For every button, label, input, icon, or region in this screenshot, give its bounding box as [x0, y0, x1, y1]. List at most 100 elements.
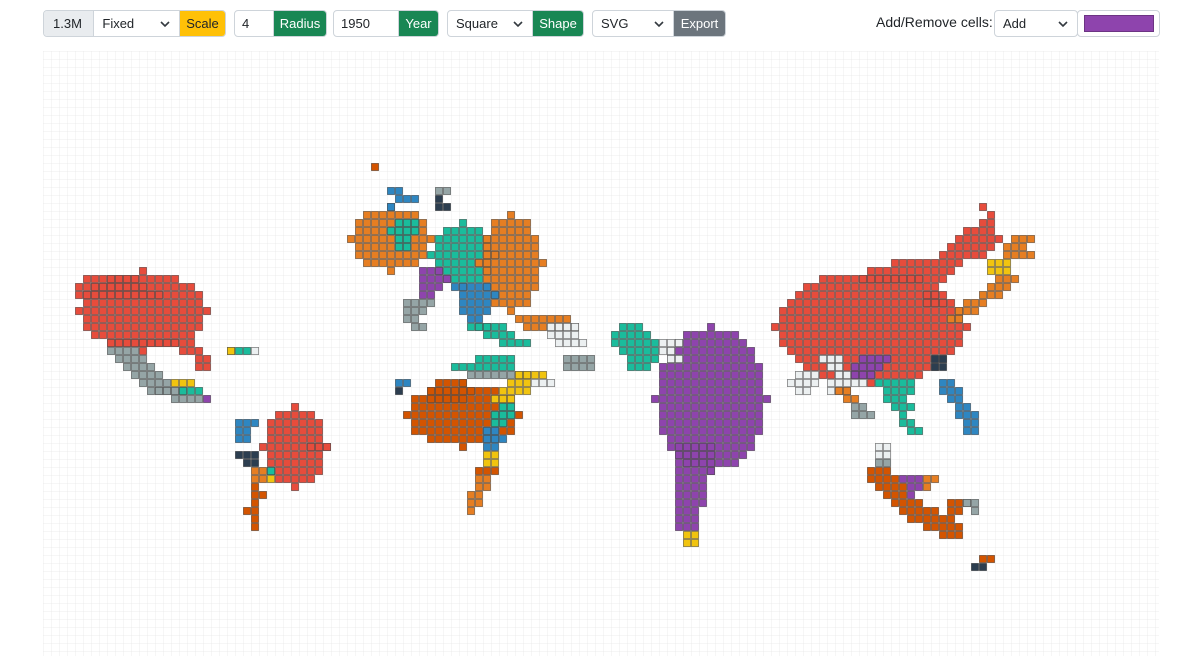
map-cell[interactable]: [163, 307, 171, 315]
map-cell[interactable]: [419, 403, 427, 411]
map-cell[interactable]: [251, 475, 259, 483]
map-cell[interactable]: [459, 275, 467, 283]
map-cell[interactable]: [379, 259, 387, 267]
map-cell[interactable]: [691, 515, 699, 523]
map-cell[interactable]: [859, 283, 867, 291]
map-cell[interactable]: [747, 395, 755, 403]
map-cell[interactable]: [707, 427, 715, 435]
map-cell[interactable]: [491, 323, 499, 331]
map-cell[interactable]: [475, 395, 483, 403]
map-cell[interactable]: [411, 259, 419, 267]
map-cell[interactable]: [507, 235, 515, 243]
map-cell[interactable]: [363, 227, 371, 235]
map-cell[interactable]: [859, 371, 867, 379]
map-cell[interactable]: [987, 267, 995, 275]
map-cell[interactable]: [939, 531, 947, 539]
map-cell[interactable]: [827, 363, 835, 371]
map-cell[interactable]: [491, 227, 499, 235]
map-cell[interactable]: [467, 371, 475, 379]
map-cell[interactable]: [387, 259, 395, 267]
map-cell[interactable]: [987, 555, 995, 563]
map-cell[interactable]: [91, 291, 99, 299]
map-cell[interactable]: [387, 219, 395, 227]
map-cell[interactable]: [451, 251, 459, 259]
map-cell[interactable]: [779, 307, 787, 315]
map-cell[interactable]: [411, 315, 419, 323]
map-cell[interactable]: [883, 387, 891, 395]
map-cell[interactable]: [427, 387, 435, 395]
map-cell[interactable]: [859, 355, 867, 363]
map-cell[interactable]: [691, 483, 699, 491]
map-cell[interactable]: [955, 523, 963, 531]
map-cell[interactable]: [147, 299, 155, 307]
map-cell[interactable]: [915, 515, 923, 523]
map-cell[interactable]: [707, 443, 715, 451]
map-cell[interactable]: [699, 355, 707, 363]
map-cell[interactable]: [307, 435, 315, 443]
map-cell[interactable]: [675, 403, 683, 411]
map-cell[interactable]: [691, 419, 699, 427]
map-cell[interactable]: [267, 427, 275, 435]
map-cell[interactable]: [475, 315, 483, 323]
map-cell[interactable]: [747, 427, 755, 435]
map-cell[interactable]: [755, 411, 763, 419]
map-cell[interactable]: [811, 323, 819, 331]
map-cell[interactable]: [819, 355, 827, 363]
map-cell[interactable]: [571, 331, 579, 339]
map-cell[interactable]: [963, 403, 971, 411]
map-cell[interactable]: [883, 307, 891, 315]
map-cell[interactable]: [707, 387, 715, 395]
map-cell[interactable]: [483, 275, 491, 283]
map-cell[interactable]: [443, 411, 451, 419]
map-cell[interactable]: [507, 283, 515, 291]
map-cell[interactable]: [467, 235, 475, 243]
map-cell[interactable]: [891, 379, 899, 387]
map-cell[interactable]: [907, 331, 915, 339]
map-cell[interactable]: [811, 347, 819, 355]
map-cell[interactable]: [515, 299, 523, 307]
map-cell[interactable]: [923, 315, 931, 323]
map-cell[interactable]: [747, 355, 755, 363]
map-cell[interactable]: [539, 379, 547, 387]
map-cell[interactable]: [475, 291, 483, 299]
map-cell[interactable]: [243, 507, 251, 515]
map-cell[interactable]: [947, 259, 955, 267]
map-cell[interactable]: [955, 307, 963, 315]
map-cell[interactable]: [739, 427, 747, 435]
map-cell[interactable]: [835, 339, 843, 347]
map-cell[interactable]: [523, 251, 531, 259]
map-cell[interactable]: [667, 435, 675, 443]
map-cell[interactable]: [659, 411, 667, 419]
map-cell[interactable]: [363, 243, 371, 251]
map-cell[interactable]: [723, 355, 731, 363]
map-cell[interactable]: [475, 387, 483, 395]
map-cell[interactable]: [1003, 259, 1011, 267]
map-cell[interactable]: [475, 411, 483, 419]
map-cell[interactable]: [683, 507, 691, 515]
map-cell[interactable]: [699, 499, 707, 507]
map-cell[interactable]: [107, 339, 115, 347]
map-cell[interactable]: [739, 355, 747, 363]
map-cell[interactable]: [451, 435, 459, 443]
map-cell[interactable]: [883, 331, 891, 339]
map-cell[interactable]: [459, 243, 467, 251]
map-cell[interactable]: [899, 259, 907, 267]
map-cell[interactable]: [907, 347, 915, 355]
map-cell[interactable]: [691, 467, 699, 475]
map-cell[interactable]: [979, 291, 987, 299]
map-cell[interactable]: [931, 323, 939, 331]
map-cell[interactable]: [475, 235, 483, 243]
map-cell[interactable]: [499, 387, 507, 395]
map-cell[interactable]: [107, 275, 115, 283]
map-cell[interactable]: [555, 323, 563, 331]
map-cell[interactable]: [499, 243, 507, 251]
map-cell[interactable]: [251, 459, 259, 467]
map-cell[interactable]: [987, 235, 995, 243]
map-cell[interactable]: [139, 379, 147, 387]
map-cell[interactable]: [683, 523, 691, 531]
map-cell[interactable]: [355, 227, 363, 235]
map-cell[interactable]: [683, 467, 691, 475]
map-cell[interactable]: [507, 355, 515, 363]
map-cell[interactable]: [291, 443, 299, 451]
map-cell[interactable]: [459, 403, 467, 411]
